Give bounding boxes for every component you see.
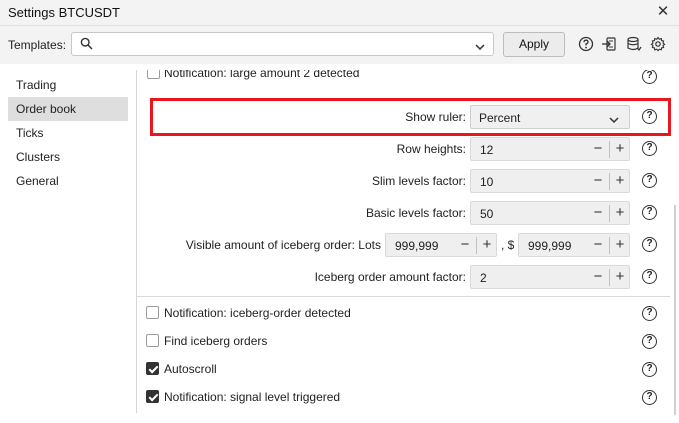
checkbox-label-signal-notification: Notification: signal level triggered [164,390,341,404]
increment-button[interactable]: + [611,268,629,286]
stepper-separator [476,237,477,254]
increment-button[interactable]: + [611,204,629,222]
help-icon[interactable]: ? [642,205,657,220]
decrement-button[interactable]: − [589,204,607,222]
scrollbar[interactable] [674,205,676,415]
iceberg-usd-value: 999,999 [528,239,572,253]
iceberg-lots-value: 999,999 [395,239,439,253]
decrement-button[interactable]: − [456,236,474,254]
stepper-separator [609,205,610,222]
decrement-button[interactable]: − [589,268,607,286]
help-icon[interactable]: ? [642,269,657,284]
iceberg-factor-label: Iceberg order amount factor: [314,270,466,284]
decrement-button[interactable]: − [589,236,607,254]
checkbox-label-find-iceberg: Find iceberg orders [164,334,268,348]
increment-button[interactable]: + [611,140,629,158]
help-icon[interactable]: ? [642,237,657,252]
basic-levels-stepper[interactable]: 50 − + [470,201,630,225]
basic-levels-label: Basic levels factor: [365,206,466,220]
help-icon[interactable]: ? [642,334,657,349]
increment-button[interactable]: + [478,236,496,254]
iceberg-factor-value: 2 [480,271,487,285]
checkbox-autoscroll[interactable] [146,362,159,375]
iceberg-usd-stepper[interactable]: 999,999 − + [518,233,630,257]
checkbox-label-iceberg-notification: Notification: iceberg-order detected [164,306,351,320]
iceberg-factor-stepper[interactable]: 2 − + [470,265,630,289]
help-icon[interactable]: ? [642,69,657,84]
row-heights-label: Row heights: [396,142,466,156]
checkbox-iceberg-notification[interactable] [146,306,159,319]
checkbox-signal-notification[interactable] [146,390,159,403]
stepper-separator [609,269,610,286]
settings-content: Notification: large amount 2 detected ? … [0,0,679,423]
visible-iceberg-label: Visible amount of iceberg order: Lots [185,238,381,252]
slim-levels-label: Slim levels factor: [371,174,466,188]
decrement-button[interactable]: − [589,172,607,190]
highlight-box [150,98,671,136]
help-icon[interactable]: ? [642,390,657,405]
increment-button[interactable]: + [611,236,629,254]
stepper-separator [609,173,610,190]
slim-levels-stepper[interactable]: 10 − + [470,169,630,193]
checkbox-label-autoscroll: Autoscroll [164,362,217,376]
stepper-separator [609,141,610,158]
usd-separator-label: , $ [501,238,515,252]
help-icon[interactable]: ? [642,306,657,321]
slim-levels-value: 10 [480,175,494,189]
basic-levels-value: 50 [480,207,494,221]
help-icon[interactable]: ? [642,173,657,188]
stepper-separator [609,237,610,254]
help-icon[interactable]: ? [642,141,657,156]
section-divider [137,296,670,297]
checkbox-find-iceberg[interactable] [146,334,159,347]
help-icon[interactable]: ? [642,362,657,377]
row-heights-stepper[interactable]: 12 − + [470,137,630,161]
increment-button[interactable]: + [611,172,629,190]
decrement-button[interactable]: − [589,140,607,158]
iceberg-lots-stepper[interactable]: 999,999 − + [385,233,497,257]
row-heights-value: 12 [480,143,494,157]
scroll-mask [137,64,677,70]
